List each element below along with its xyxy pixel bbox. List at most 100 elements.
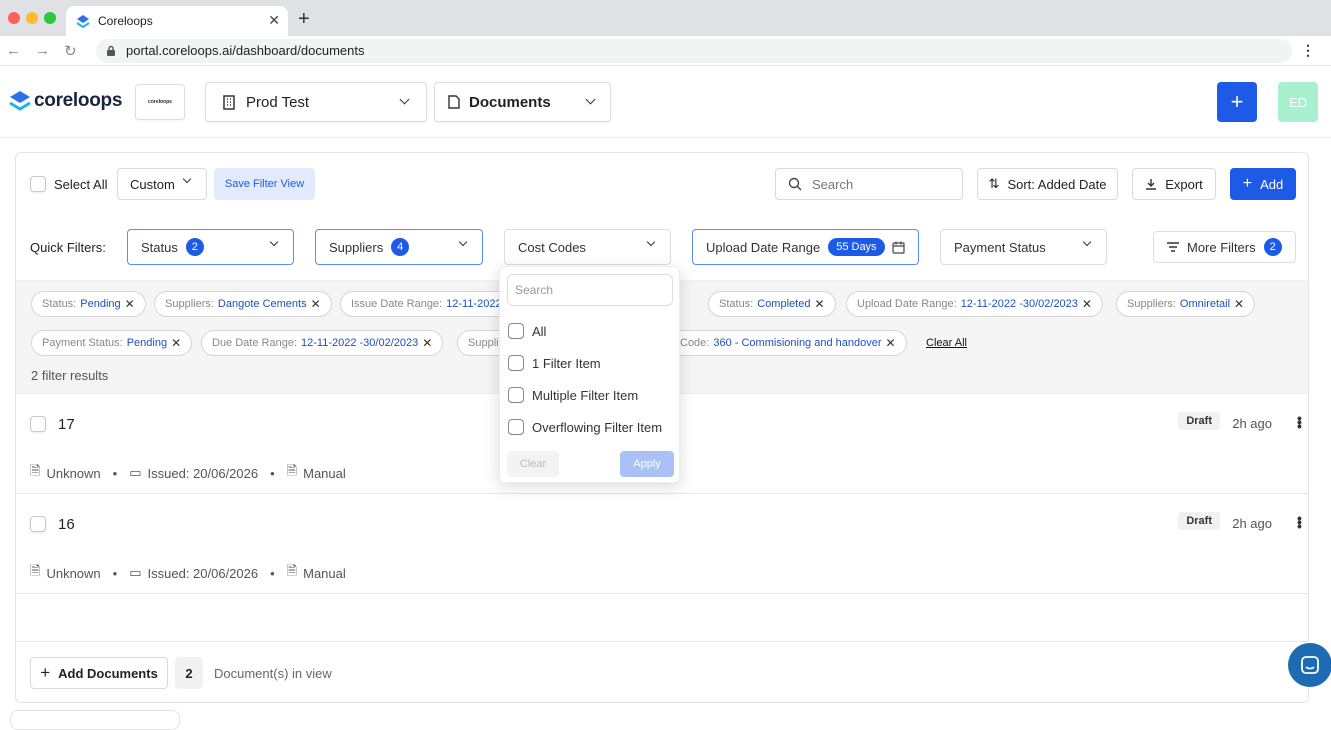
- back-icon[interactable]: ←: [6, 42, 21, 59]
- more-filters-button[interactable]: More Filters 2: [1153, 231, 1296, 263]
- section-name: Documents: [469, 93, 551, 111]
- upload-days-badge: 55 Days: [828, 238, 885, 256]
- chip-key: Issue Date Range:: [351, 298, 443, 310]
- dropdown-clear-button[interactable]: Clear: [507, 451, 559, 477]
- dropdown-option[interactable]: Multiple Filter Item: [508, 387, 638, 403]
- filter-lines-icon: [1167, 242, 1179, 252]
- close-window-button[interactable]: [8, 12, 20, 24]
- user-avatar[interactable]: ED: [1278, 82, 1318, 122]
- coreloops-logo[interactable]: coreloops: [8, 90, 122, 112]
- coreloops-favicon-icon: [76, 15, 90, 28]
- search-icon: [788, 177, 802, 191]
- remove-chip-icon[interactable]: ✕: [125, 297, 135, 311]
- plus-icon: +: [40, 663, 51, 682]
- filter-chip[interactable]: Status: Completed ✕: [708, 291, 836, 317]
- filter-chip[interactable]: Upload Date Range: 12-11-2022 -30/02/2023…: [846, 291, 1103, 317]
- add-button[interactable]: + Add: [1230, 168, 1296, 200]
- add-documents-button[interactable]: + Add Documents: [30, 657, 168, 689]
- document-row[interactable]: 16 🗎 Unknown • ▭ Issued: 20/06/2026 • 🗎 Man…: [16, 494, 1308, 594]
- status-count-badge: 2: [185, 238, 204, 256]
- section-select[interactable]: Documents: [434, 82, 611, 122]
- row-checkbox[interactable]: [30, 416, 46, 432]
- browser-menu-icon[interactable]: ⋮: [1301, 42, 1315, 59]
- document-issued: Issued: 20/06/2026: [147, 465, 259, 481]
- remove-chip-icon[interactable]: ✕: [814, 297, 824, 311]
- save-filter-view-button[interactable]: Save Filter View: [214, 168, 315, 200]
- remove-chip-icon[interactable]: ✕: [422, 336, 432, 350]
- dropdown-search-input[interactable]: Search: [507, 274, 673, 306]
- remove-chip-icon[interactable]: ✕: [1234, 297, 1244, 311]
- browser-tab[interactable]: Coreloops ✕: [66, 6, 288, 36]
- project-name: Prod Test: [246, 93, 310, 111]
- select-all-label: Select All: [54, 177, 108, 192]
- reload-icon[interactable]: ↻: [64, 42, 77, 60]
- dropdown-option[interactable]: Overflowing Filter Item: [508, 419, 662, 435]
- upload-date-filter[interactable]: Upload Date Range 55 Days: [692, 229, 919, 265]
- browser-tab-strip: Coreloops ✕ +: [0, 0, 1331, 36]
- building-icon: [223, 95, 235, 110]
- dropdown-search-placeholder: Search: [515, 283, 554, 297]
- remove-chip-icon[interactable]: ✕: [886, 336, 896, 350]
- filter-chip[interactable]: Suppliers: Dangote Cements ✕: [154, 291, 332, 317]
- search-input[interactable]: Search: [775, 168, 963, 200]
- payment-status-filter[interactable]: Payment Status: [940, 229, 1107, 265]
- filter-chip[interactable]: Suppliers: Omniretail ✕: [1116, 291, 1256, 317]
- logo-text: coreloops: [34, 90, 123, 111]
- more-options-icon[interactable]: • • •: [1297, 511, 1302, 533]
- sort-label: Sort: Added Date: [1007, 176, 1107, 192]
- option-checkbox[interactable]: [508, 355, 524, 371]
- header-add-button[interactable]: +: [1217, 82, 1257, 122]
- calendar-icon: [892, 241, 905, 254]
- filter-chip[interactable]: Payment Status: Pending ✕: [31, 330, 193, 356]
- app-header: coreloops coreloops Prod Test Documents …: [0, 66, 1331, 138]
- org-logo-button[interactable]: coreloops: [135, 84, 185, 120]
- filter-chip[interactable]: Status: Pending ✕: [31, 291, 146, 317]
- chevron-down-icon: [646, 237, 656, 247]
- clear-all-link[interactable]: Clear All: [926, 337, 967, 349]
- chevron-down-icon: [458, 237, 468, 247]
- select-all-checkbox[interactable]: [30, 176, 46, 192]
- lock-icon: [107, 45, 115, 56]
- filter-chip[interactable]: Code: 360 - Commisioning and handover ✕: [676, 330, 907, 356]
- upload-date-filter-label: Upload Date Range: [706, 239, 821, 255]
- cost-codes-filter[interactable]: Cost Codes: [504, 229, 671, 265]
- remove-chip-icon[interactable]: ✕: [311, 297, 321, 311]
- status-filter[interactable]: Status 2: [127, 229, 294, 265]
- document-icon: 🗎: [30, 463, 41, 478]
- document-meta: 🗎 Unknown • ▭ Issued: 20/06/2026 • 🗎 Manual: [30, 562, 346, 584]
- option-checkbox[interactable]: [508, 387, 524, 403]
- new-tab-button[interactable]: +: [298, 8, 310, 31]
- calendar-icon: ▭: [129, 565, 142, 580]
- dropdown-option[interactable]: All: [508, 323, 546, 339]
- export-button[interactable]: Export: [1132, 168, 1216, 200]
- dropdown-apply-button[interactable]: Apply: [620, 451, 674, 477]
- filter-chip[interactable]: Issue Date Range: 12-11-2022: [340, 291, 516, 317]
- url-text: portal.coreloops.ai/dashboard/documents: [126, 43, 365, 58]
- suppliers-filter[interactable]: Suppliers 4: [315, 229, 483, 265]
- option-checkbox[interactable]: [508, 419, 524, 435]
- tab-close-icon[interactable]: ✕: [268, 12, 280, 29]
- more-options-icon[interactable]: • • •: [1297, 411, 1302, 433]
- remove-chip-icon[interactable]: ✕: [171, 336, 181, 350]
- minimize-window-button[interactable]: [26, 12, 38, 24]
- document-supplier: Unknown: [46, 565, 101, 581]
- coreloops-logo-icon: [9, 91, 31, 111]
- chip-value: Dangote Cements: [217, 298, 307, 310]
- row-checkbox[interactable]: [30, 516, 46, 532]
- suppliers-filter-label: Suppliers: [329, 239, 384, 255]
- url-input[interactable]: portal.coreloops.ai/dashboard/documents: [96, 39, 1292, 63]
- filter-chip[interactable]: Due Date Range: 12-11-2022 -30/02/2023 ✕: [201, 330, 444, 356]
- remove-chip-icon[interactable]: ✕: [1082, 297, 1092, 311]
- option-checkbox[interactable]: [508, 323, 524, 339]
- maximize-window-button[interactable]: [44, 12, 56, 24]
- sort-button[interactable]: ⇅ Sort: Added Date: [977, 168, 1118, 200]
- bottom-panel-tab[interactable]: [10, 710, 180, 730]
- forward-icon[interactable]: →: [35, 42, 50, 59]
- dropdown-option[interactable]: 1 Filter Item: [508, 355, 601, 371]
- project-select[interactable]: Prod Test: [205, 82, 427, 122]
- view-select[interactable]: Custom: [117, 168, 207, 200]
- chat-launcher-button[interactable]: [1288, 643, 1331, 687]
- document-meta: 🗎 Unknown • ▭ Issued: 20/06/2026 • 🗎 Manual: [30, 462, 346, 484]
- document-icon: 🗎: [30, 563, 41, 578]
- add-label: Add: [1260, 176, 1284, 192]
